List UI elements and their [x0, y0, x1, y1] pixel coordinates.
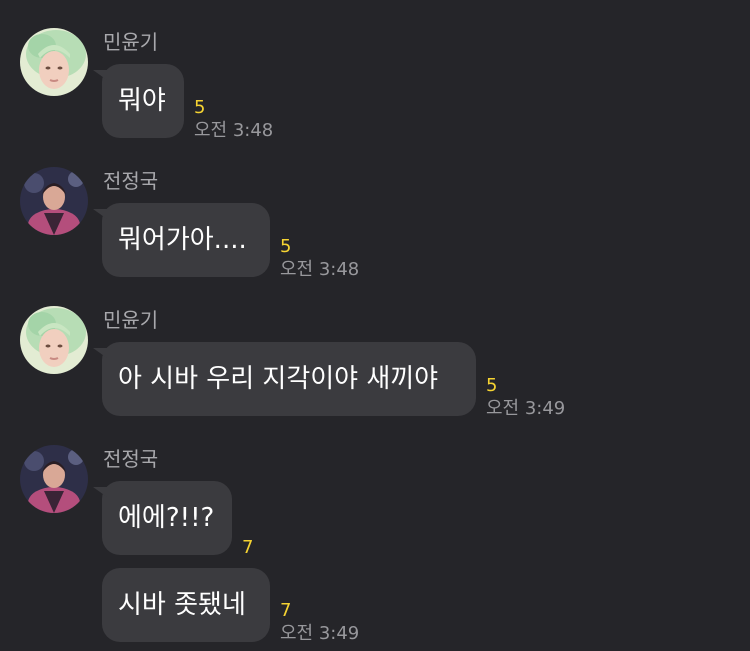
message-bubble[interactable]: 뭐어가아.... [93, 203, 270, 277]
message-bubble[interactable]: 뭐야 [93, 64, 184, 138]
message-time: 오전 3:49 [486, 398, 566, 419]
message-time: 오전 3:48 [280, 259, 360, 280]
unread-count: 7 [280, 600, 292, 621]
unread-count: 5 [194, 97, 206, 118]
sender-name: 민윤기 [103, 308, 159, 332]
sender-name: 민윤기 [103, 30, 159, 54]
unread-count: 5 [486, 375, 498, 396]
unread-count: 7 [242, 537, 254, 558]
avatar-image [20, 445, 88, 513]
sender-name: 전정국 [103, 447, 159, 471]
profile-avatar-pink-jacket[interactable] [20, 167, 88, 235]
unread-count: 5 [280, 236, 292, 257]
message-time: 오전 3:48 [194, 120, 274, 141]
profile-avatar-pink-jacket[interactable] [20, 445, 88, 513]
message-bubble[interactable]: 아 시바 우리 지각이야 새끼야 [93, 342, 476, 416]
message-time: 오전 3:49 [280, 623, 360, 644]
message-bubble[interactable]: 에에?!!? [93, 481, 232, 555]
message-bubble[interactable]: 시바 좃됐네 [102, 568, 270, 642]
avatar-image [20, 167, 88, 235]
chat-room: 민윤기 뭐야 5 오전 3:48 전정국 뭐어가아.... 5 오전 3:48 [0, 0, 750, 651]
avatar-image [20, 28, 88, 96]
profile-avatar-mint-hair[interactable] [20, 306, 88, 374]
sender-name: 전정국 [103, 169, 159, 193]
profile-avatar-mint-hair[interactable] [20, 28, 88, 96]
avatar-image [20, 306, 88, 374]
